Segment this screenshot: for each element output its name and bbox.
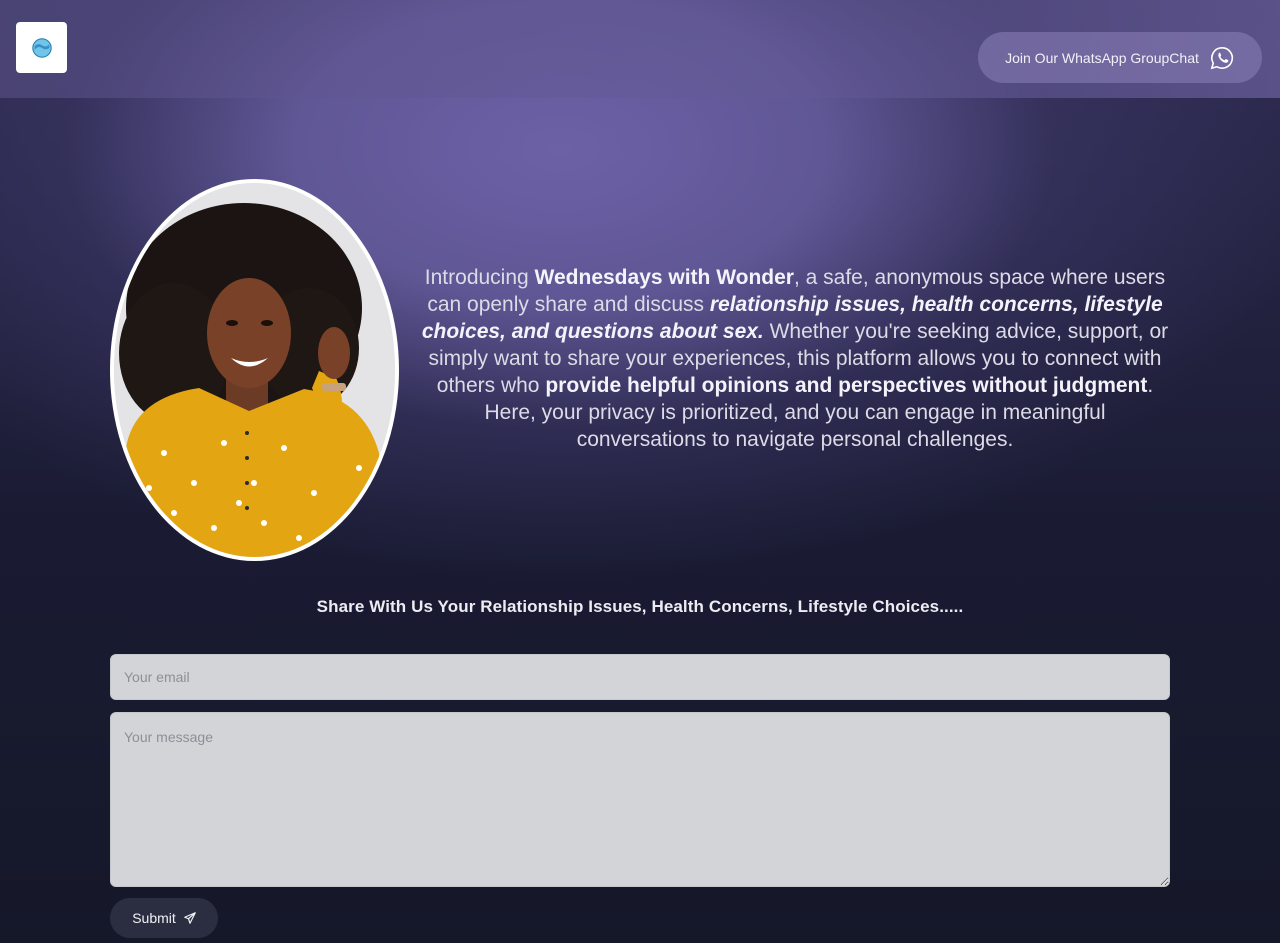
share-heading: Share With Us Your Relationship Issues, …	[316, 597, 964, 616]
globe-logo-icon	[31, 37, 52, 58]
intro-paragraph: Introducing Wednesdays with Wonder, a sa…	[420, 264, 1170, 453]
intro-text-1: Introducing	[424, 266, 535, 289]
submit-label: Submit	[132, 910, 176, 926]
submit-button[interactable]: Submit	[110, 898, 218, 938]
whatsapp-group-button[interactable]: Join Our WhatsApp GroupChat	[978, 32, 1262, 83]
site-logo[interactable]	[16, 22, 67, 73]
intro-emphasis: provide helpful opinions and perspective…	[545, 374, 1148, 397]
woman-portrait-photo	[114, 183, 395, 557]
email-field[interactable]	[110, 654, 1170, 700]
portrait-image	[110, 179, 399, 561]
intro-brand-name: Wednesdays with Wonder	[534, 266, 794, 289]
whatsapp-icon	[1210, 46, 1233, 69]
send-icon	[183, 912, 196, 924]
message-field[interactable]	[110, 712, 1170, 887]
whatsapp-button-label: Join Our WhatsApp GroupChat	[1005, 49, 1199, 66]
